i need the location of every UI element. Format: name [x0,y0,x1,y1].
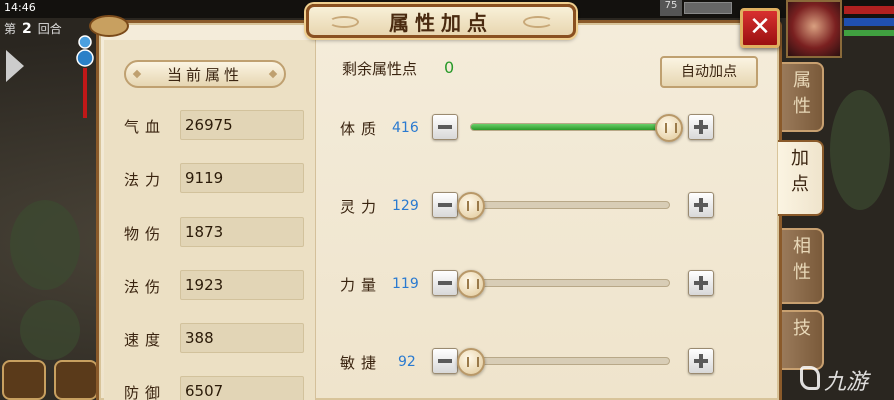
hud-counter: 75 [660,0,682,16]
attribute-value: 6507 [180,376,304,400]
friend-button[interactable] [2,360,46,400]
round-suffix: 回合 [37,22,62,36]
minus-icon [438,281,452,285]
attribute-value: 9119 [180,163,304,193]
attribute-label: 法伤 [124,278,167,296]
stat-slider[interactable] [457,348,670,376]
current-attributes-title: 当前属性 [166,65,243,84]
attribute-label: 物伤 [124,225,167,243]
remaining-points-value: 0 [444,58,455,77]
slider-handle[interactable] [457,192,485,220]
stat-value: 92 [398,354,416,370]
round-prefix: 第 [4,22,17,36]
stat-slider[interactable] [470,114,683,142]
decrease-button[interactable] [432,348,458,374]
attribute-row: 防御 6507 [124,376,306,400]
attribute-label: 气血 [124,118,167,136]
close-icon: ✕ [749,12,771,42]
side-tab[interactable]: 属 性 [782,62,824,132]
remaining-points-label: 剩余属性点 [342,60,418,78]
hud-bar [684,2,732,14]
plus-icon-bar [699,276,703,290]
watermark: 九游 [824,370,869,395]
stat-row: 体质 416 [340,112,730,142]
page-title: 属性加点 [389,10,493,35]
panel-title-plate: 属性加点 [306,4,576,38]
watermark-logo-icon [800,366,820,390]
plus-icon-bar [699,120,703,134]
cloud-ornament-icon [523,16,553,28]
increase-button[interactable] [688,114,714,140]
gourd-ornament-icon [76,35,94,118]
side-tab[interactable]: 技 [782,310,824,370]
stat-label: 敏捷 [340,354,383,372]
anger-bar [844,30,894,36]
attribute-value: 388 [180,323,304,353]
attribute-value: 1873 [180,217,304,247]
attribute-row: 气血 26975 [124,110,306,140]
attribute-label: 法力 [124,171,167,189]
attribute-label: 速度 [124,331,167,349]
slider-handle[interactable] [655,114,683,142]
stat-row: 敏捷 92 [340,346,730,376]
decrease-button[interactable] [432,114,458,140]
chat-button[interactable] [54,360,98,400]
increase-button[interactable] [688,348,714,374]
attribute-row: 物伤 1873 [124,217,306,247]
plus-icon-bar [699,354,703,368]
attribute-row: 法力 9119 [124,163,306,193]
side-tab[interactable]: 加 点 [778,140,824,216]
attribute-value: 26975 [180,110,304,140]
stat-label: 灵力 [340,198,383,216]
hp-bar [844,6,894,14]
cloud-ornament-icon [329,16,359,28]
increase-button[interactable] [688,270,714,296]
mp-bar [844,18,894,26]
stat-row: 力量 119 [340,268,730,298]
attribute-row: 速度 388 [124,323,306,353]
decrease-button[interactable] [432,270,458,296]
stat-slider[interactable] [457,270,670,298]
slider-fill [471,124,669,130]
stat-value: 119 [392,276,419,292]
minus-icon [438,359,452,363]
side-tab[interactable]: 相 性 [782,228,824,304]
minus-icon [438,125,452,129]
stat-value: 129 [392,198,419,214]
round-number: 2 [22,21,32,37]
avatar[interactable] [786,0,842,58]
slider-handle[interactable] [457,348,485,376]
stat-row: 灵力 129 [340,190,730,220]
stat-value: 416 [392,120,419,136]
current-attributes-header: 当前属性 [124,60,286,88]
plus-icon-bar [699,198,703,212]
stat-label: 体质 [340,120,383,138]
minus-icon [438,203,452,207]
expand-arrow-icon[interactable] [6,50,24,82]
clock: 14:46 [4,1,36,14]
stat-label: 力量 [340,276,383,294]
attribute-row: 法伤 1923 [124,270,306,300]
slider-handle[interactable] [457,270,485,298]
increase-button[interactable] [688,192,714,218]
close-button[interactable]: ✕ [740,8,780,48]
corner-ornament-icon [89,15,129,37]
attribute-label: 防御 [124,384,167,400]
attribute-value: 1923 [180,270,304,300]
stat-slider[interactable] [457,192,670,220]
auto-allocate-button[interactable]: 自动加点 [660,56,758,88]
decrease-button[interactable] [432,192,458,218]
